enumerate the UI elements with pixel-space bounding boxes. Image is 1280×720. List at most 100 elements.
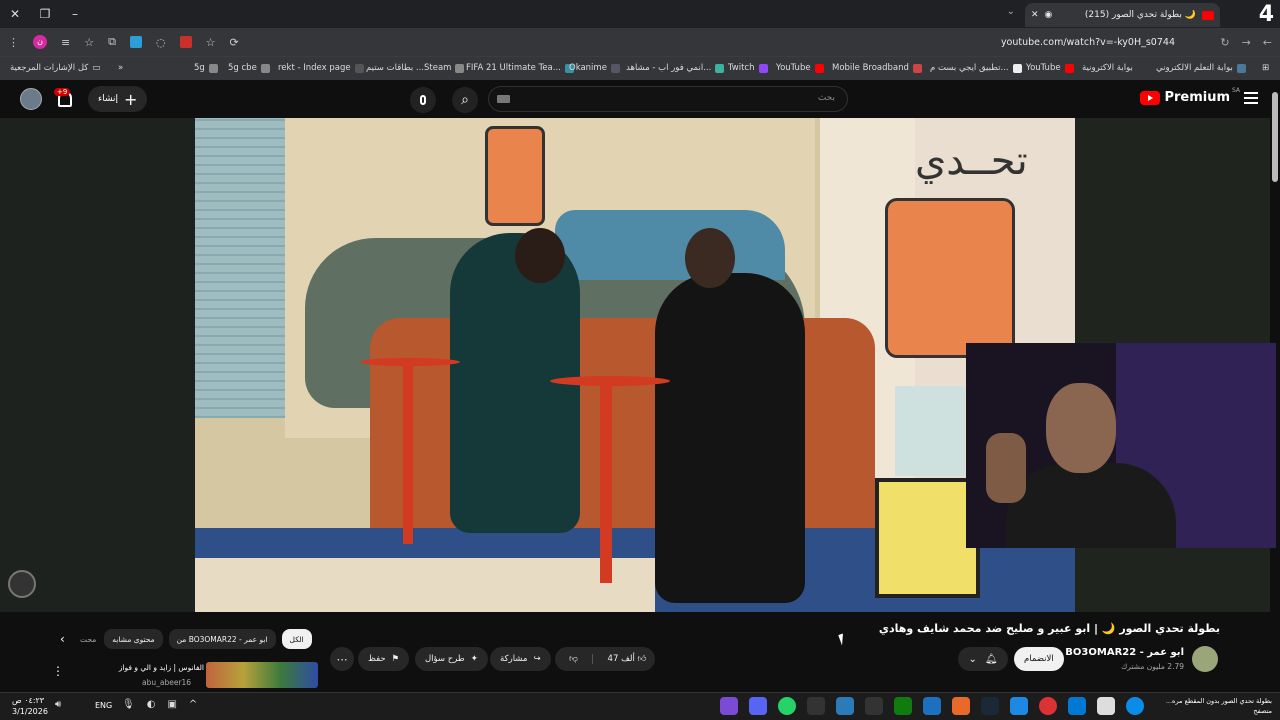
chip-all[interactable]: الكل bbox=[281, 629, 312, 649]
app-icon[interactable] bbox=[807, 697, 825, 715]
save-label: حفظ bbox=[368, 654, 386, 664]
app-icon[interactable] bbox=[836, 697, 854, 715]
reading-list-icon[interactable]: ≡ bbox=[61, 36, 70, 49]
chevron-down-icon: ⌄ bbox=[968, 653, 977, 665]
steam-icon[interactable] bbox=[981, 697, 999, 715]
subscribed-bell-button[interactable]: ⌄ 🔔︎ bbox=[958, 647, 1008, 671]
bookmark-item[interactable]: FIFA 21 Ultimate Tea... bbox=[466, 63, 574, 73]
more-actions-button[interactable]: ⋯ bbox=[330, 647, 354, 671]
bookmark-item[interactable]: بطاقات ستيم ...Steam bbox=[366, 63, 465, 73]
join-button[interactable]: الانضمام bbox=[1014, 647, 1064, 671]
extension-icon[interactable] bbox=[129, 36, 142, 48]
bookmark-item[interactable]: بوابة الاكترونية bbox=[1082, 63, 1133, 73]
chip-similar-cut[interactable]: محت bbox=[78, 629, 98, 649]
split-screen-icon[interactable]: ⟳ bbox=[229, 36, 238, 49]
bookmark-item[interactable]: YouTube bbox=[776, 63, 824, 73]
restore-window-button[interactable]: ❐ bbox=[30, 0, 60, 28]
url-field[interactable]: youtube.com/watch?v=-ky0H_s0744 bbox=[1001, 37, 1175, 48]
recommended-video[interactable]: ⋮ الفانوس | زايد و الي و فواز abu_abeer1… bbox=[50, 660, 320, 690]
date-label: 3/1/2026 bbox=[12, 707, 48, 716]
bookmark-item[interactable]: rekt - Index page bbox=[278, 63, 364, 73]
extensions-icon[interactable]: ⧉ bbox=[108, 35, 116, 49]
tab-youtube[interactable]: ✕ ◉ (215) بطولة تحدي الصور 🌙 bbox=[1025, 3, 1220, 27]
video-player[interactable]: تحــدي bbox=[195, 118, 1075, 612]
bookmark-star-icon[interactable]: ☆ bbox=[206, 36, 216, 49]
save-button[interactable]: حفظ ⚑ bbox=[358, 647, 410, 671]
mic-icon bbox=[420, 95, 426, 105]
bookmark-item[interactable]: 5g bbox=[194, 63, 218, 73]
app-icon[interactable] bbox=[952, 697, 970, 715]
app-icon[interactable] bbox=[720, 697, 738, 715]
forward-icon[interactable]: → bbox=[1242, 36, 1251, 49]
extension-icon[interactable]: ◌ bbox=[156, 36, 166, 49]
active-window-title[interactable]: بطولة تحدي الصور بدون المقطع مره... متصف… bbox=[1142, 696, 1272, 716]
network-icon[interactable]: ◐ bbox=[147, 699, 156, 710]
bookmark-label: كل الإشارات المرجعية bbox=[10, 63, 89, 73]
app-icon[interactable] bbox=[865, 697, 883, 715]
recommended-thumbnail[interactable] bbox=[206, 662, 318, 688]
all-bookmarks[interactable]: كل الإشارات المرجعية ▭ bbox=[10, 63, 100, 73]
recommended-channel: abu_abeer16 bbox=[142, 678, 192, 687]
gift-box bbox=[895, 386, 965, 476]
chip-from-channel[interactable]: من BO3OMAR22 - ابو عمر bbox=[168, 629, 276, 649]
bookmark-item[interactable]: انمي فور اب - مشاهد... bbox=[626, 63, 725, 73]
bookmark-item[interactable]: Twitch bbox=[728, 63, 768, 73]
account-avatar[interactable] bbox=[20, 88, 42, 110]
folder-icon: ▭ bbox=[92, 63, 101, 73]
tab-search-icon[interactable]: ⌄ bbox=[1007, 6, 1015, 17]
search-input[interactable]: بحث bbox=[488, 86, 848, 112]
mic-tray-icon[interactable]: 🎙︎ bbox=[122, 699, 135, 710]
favorites-icon[interactable]: ☆ bbox=[84, 36, 94, 49]
minimize-window-button[interactable]: – bbox=[60, 0, 90, 28]
tab-audio-icon[interactable]: ◉ bbox=[1045, 10, 1053, 20]
outlook-icon[interactable] bbox=[1068, 697, 1086, 715]
app-icon[interactable] bbox=[1010, 697, 1028, 715]
volume-icon[interactable]: 🔊︎ bbox=[55, 699, 61, 710]
clock[interactable]: ٠٤:٢٣ ص 3/1/2026 bbox=[12, 695, 48, 717]
search-icon: ⌕ bbox=[461, 92, 469, 108]
channel-avatar[interactable] bbox=[1192, 646, 1218, 672]
voice-search-button[interactable] bbox=[410, 87, 436, 113]
chip-similar[interactable]: محتوى مشابه bbox=[104, 629, 163, 649]
apps-grid-icon[interactable]: ⊞ bbox=[1262, 63, 1269, 73]
xbox-icon[interactable] bbox=[894, 697, 912, 715]
search-button[interactable]: ⌕ bbox=[452, 87, 478, 113]
streamer-facecam bbox=[966, 343, 1276, 548]
chevron-left-icon[interactable]: ‹ bbox=[60, 632, 72, 646]
more-bookmarks-icon[interactable]: » bbox=[118, 63, 123, 73]
bookmark-item[interactable]: Mobile Broadband bbox=[832, 63, 922, 73]
channel-name[interactable]: ابو عمر - BO3OMAR22 bbox=[1065, 647, 1184, 658]
guide-menu-icon[interactable] bbox=[1244, 92, 1258, 107]
adblock-icon[interactable] bbox=[179, 36, 192, 48]
related-chips: ‹ محت محتوى مشابه من BO3OMAR22 - ابو عمر… bbox=[60, 629, 312, 649]
tray-app-icon[interactable]: ▣ bbox=[167, 699, 176, 710]
whatsapp-icon[interactable] bbox=[778, 697, 796, 715]
discord-icon[interactable] bbox=[749, 697, 767, 715]
close-window-button[interactable]: ✕ bbox=[0, 0, 30, 28]
chrome-icon[interactable] bbox=[1039, 697, 1057, 715]
app-icon[interactable] bbox=[923, 697, 941, 715]
bookmark-item[interactable]: بوابة التعلم الالكتروني bbox=[1156, 63, 1246, 73]
file-explorer-icon[interactable] bbox=[1097, 697, 1115, 715]
back-icon[interactable]: ← bbox=[1263, 36, 1272, 49]
keyboard-icon[interactable] bbox=[497, 95, 510, 103]
language-indicator[interactable]: ENG bbox=[95, 701, 112, 710]
mascot-poster bbox=[885, 198, 1015, 358]
share-button[interactable]: مشاركة ↪ bbox=[490, 647, 551, 671]
kebab-menu-icon[interactable]: ⋮ bbox=[52, 664, 64, 678]
profile-avatar[interactable]: ن bbox=[33, 35, 47, 49]
bookmark-item[interactable]: 5g cbe bbox=[228, 63, 270, 73]
reload-icon[interactable]: ↻ bbox=[1220, 36, 1229, 49]
like-button[interactable]: 47 ألف 👍︎ bbox=[599, 654, 655, 664]
bookmark-item[interactable]: تطبيق ايجي بست م... bbox=[930, 63, 1022, 73]
dislike-button[interactable]: 👎︎ bbox=[555, 654, 593, 664]
create-button[interactable]: إنشاء + bbox=[88, 86, 148, 112]
bookmark-item[interactable]: YouTube bbox=[1026, 63, 1074, 73]
show-hidden-icons[interactable]: ^ bbox=[189, 699, 197, 710]
youtube-premium-logo[interactable]: Premium SA bbox=[1140, 87, 1240, 105]
ask-button[interactable]: طرح سؤال ✦ bbox=[415, 647, 488, 671]
like-dislike-group: 👎︎ 47 ألف 👍︎ bbox=[555, 647, 655, 671]
tab-close-icon[interactable]: ✕ bbox=[1031, 10, 1039, 20]
menu-icon[interactable]: ⋮ bbox=[8, 36, 19, 49]
bookmark-item[interactable]: Okanime bbox=[569, 63, 620, 73]
